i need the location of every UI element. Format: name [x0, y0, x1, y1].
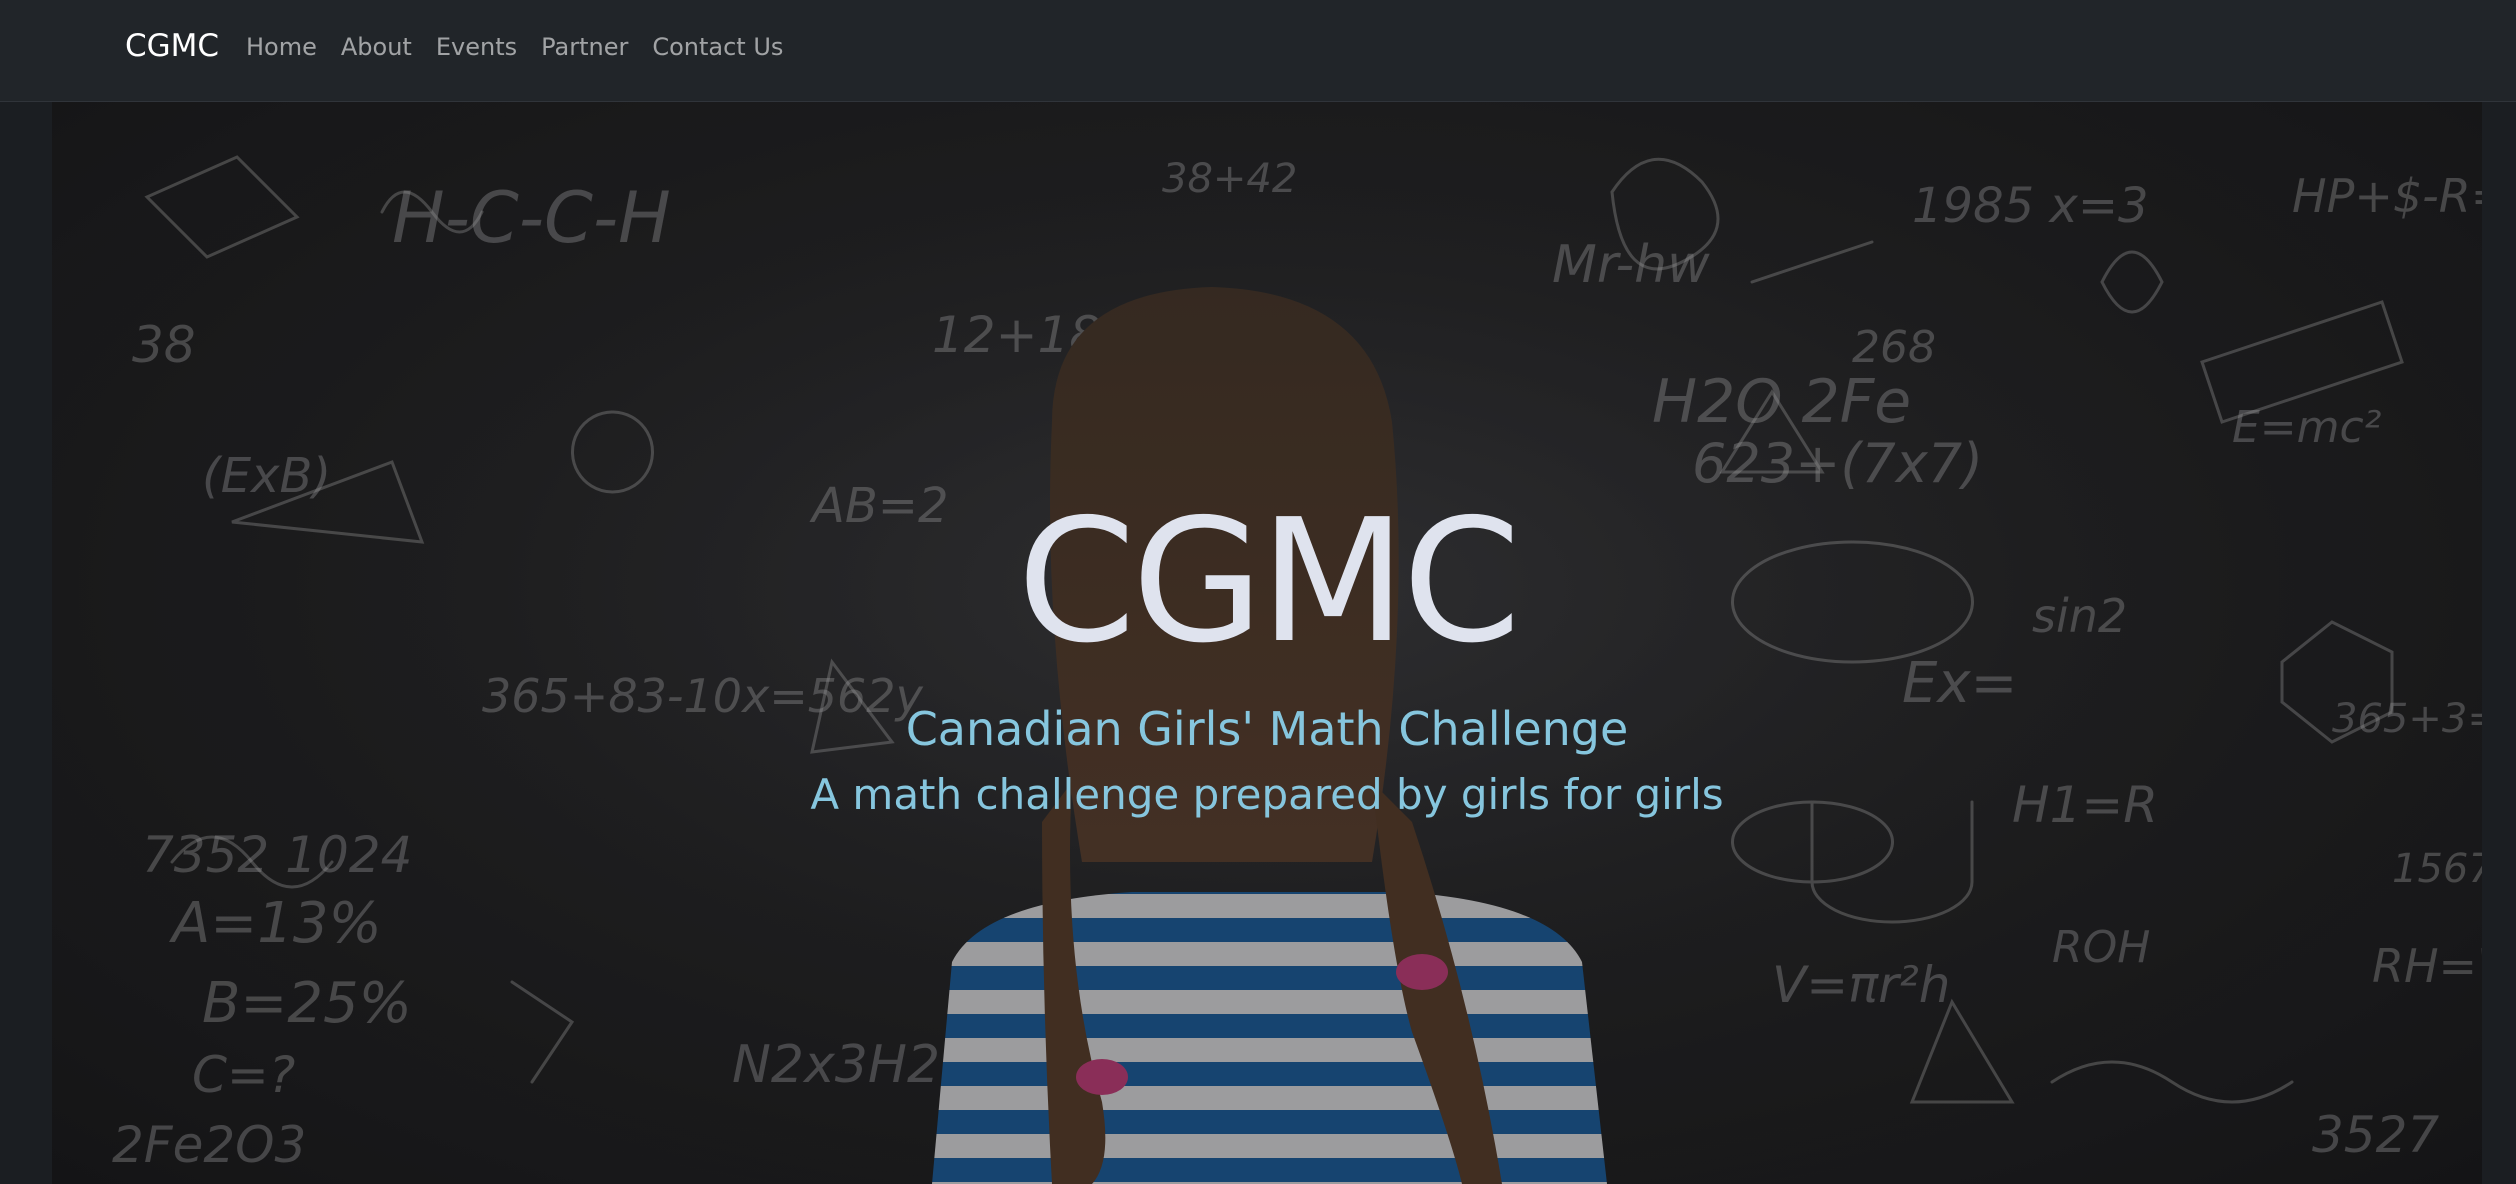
- nav-item-partner: Partner: [541, 33, 652, 61]
- nav-links: Home About Events Partner Contact Us: [246, 33, 807, 61]
- nav-item-about: About: [341, 33, 436, 61]
- nav-item-home: Home: [246, 33, 341, 61]
- nav-item-contact: Contact Us: [652, 33, 807, 61]
- hero-subtitle: Canadian Girls' Math Challenge: [905, 702, 1629, 756]
- hero-tagline: A math challenge prepared by girls for g…: [810, 770, 1724, 819]
- nav-link-partner[interactable]: Partner: [541, 33, 628, 61]
- nav-link-contact-us[interactable]: Contact Us: [652, 33, 783, 61]
- nav-link-home[interactable]: Home: [246, 33, 317, 61]
- nav-item-events: Events: [436, 33, 541, 61]
- navbar: CGMC Home About Events Partner Contact U…: [0, 0, 2516, 102]
- brand-link[interactable]: CGMC: [125, 28, 219, 64]
- nav-link-about[interactable]: About: [341, 33, 412, 61]
- hero-banner: H-C-C-H 38 12+18= 38+42 Mr-hw 1985 x=3 H…: [52, 102, 2482, 1184]
- hero-title: CGMC: [1017, 483, 1521, 681]
- nav-link-events[interactable]: Events: [436, 33, 517, 61]
